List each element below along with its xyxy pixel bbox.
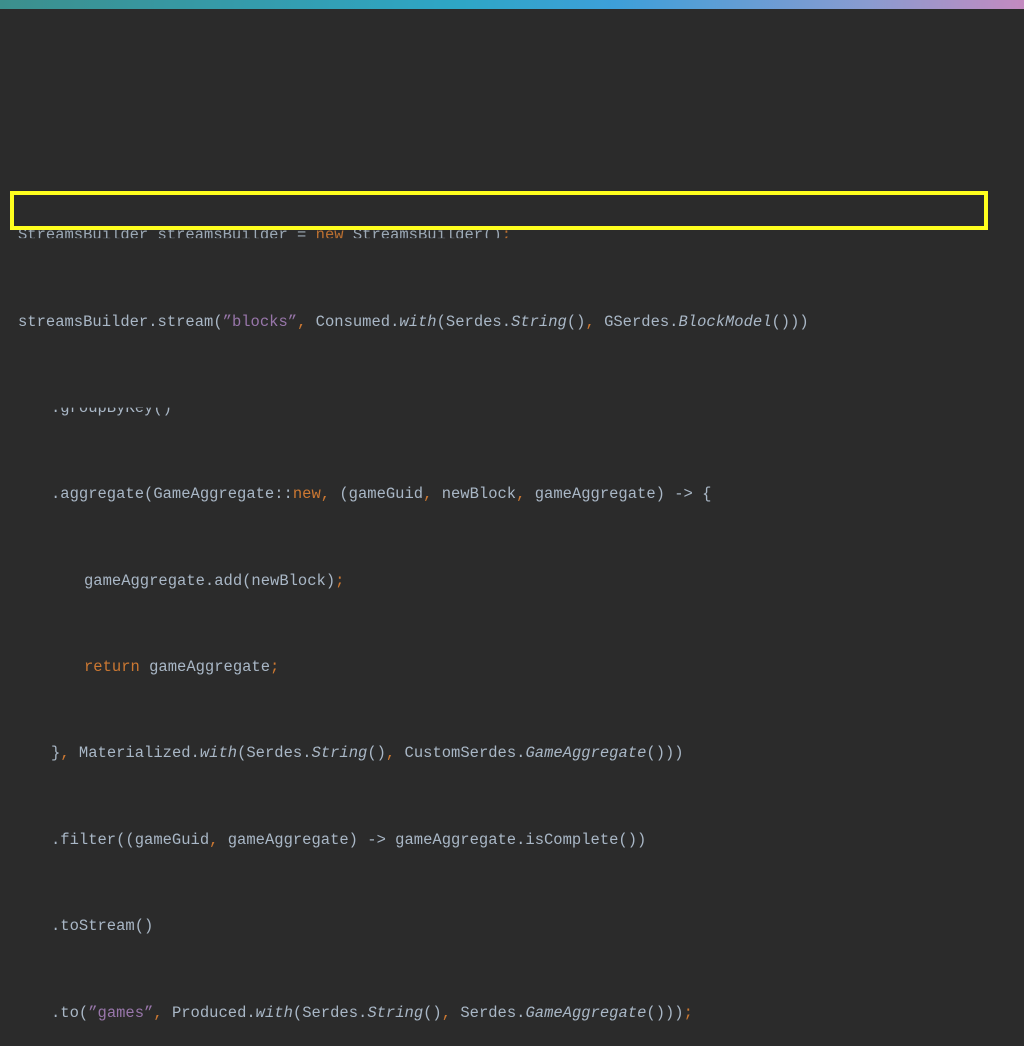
code-line-5: gameAggregate.add(newBlock); xyxy=(84,571,345,590)
code-line-8: .filter((gameGuid, gameAggregate) -> gam… xyxy=(51,830,647,849)
code-line-1: StreamsBuilder streamsBuilder = new Stre… xyxy=(18,226,512,245)
top-gradient-bar xyxy=(0,0,1024,9)
code-line-6: return gameAggregate; xyxy=(84,658,280,677)
code-block: StreamsBuilder streamsBuilder = new Stre… xyxy=(18,182,809,1046)
code-line-9: .toStream() xyxy=(51,917,154,936)
code-line-3: .groupByKey() xyxy=(51,398,172,417)
code-line-7: }, Materialized.with(Serdes.String(), Cu… xyxy=(51,744,684,763)
code-line-10: .to(”games”, Produced.with(Serdes.String… xyxy=(51,1003,693,1022)
code-line-2: streamsBuilder.stream(”blocks”, Consumed… xyxy=(18,312,809,331)
code-line-4: .aggregate(GameAggregate::new, (gameGuid… xyxy=(51,485,712,504)
